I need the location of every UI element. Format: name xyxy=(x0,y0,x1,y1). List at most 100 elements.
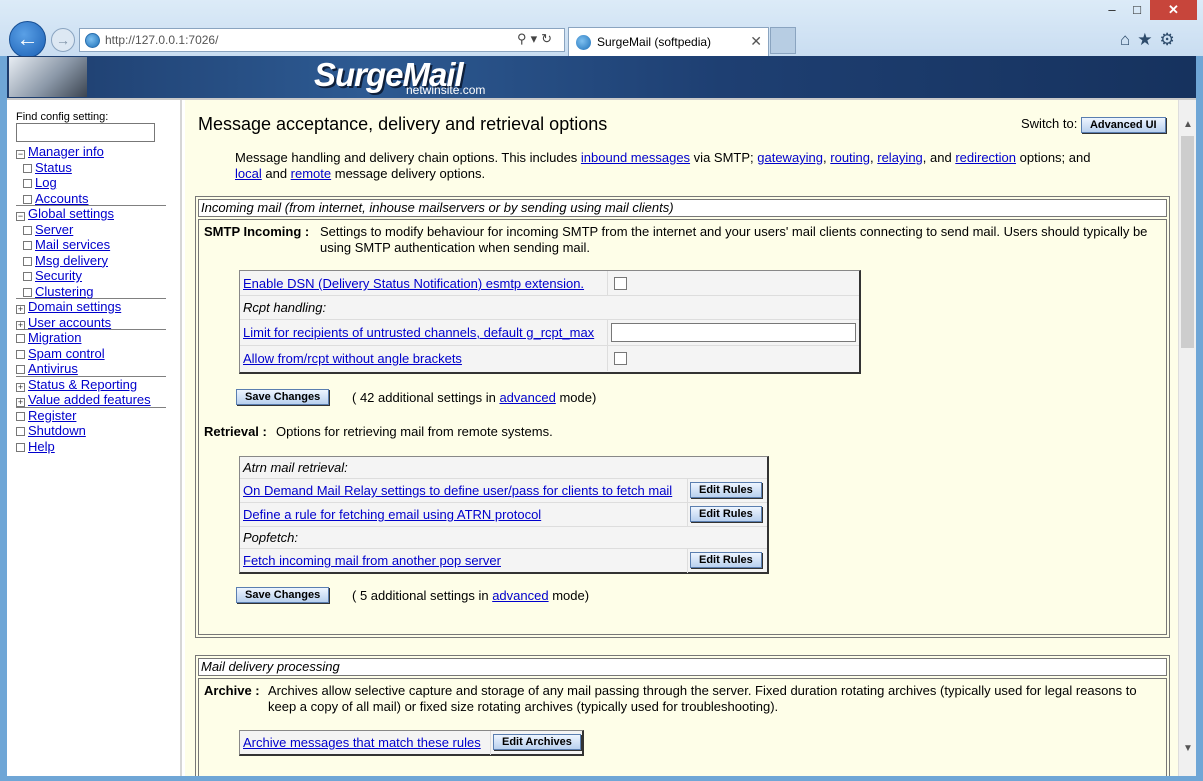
maximize-button[interactable]: □ xyxy=(1124,0,1150,20)
advanced-mode-link[interactable]: advanced xyxy=(492,588,548,603)
sidebar-item[interactable]: Clustering xyxy=(16,284,166,299)
sidebar-item-label[interactable]: Migration xyxy=(28,330,81,345)
sidebar-item[interactable]: Shutdown xyxy=(16,423,166,439)
collapse-icon[interactable]: − xyxy=(16,212,25,221)
gatewaying-link[interactable]: gatewaying xyxy=(757,150,823,165)
angle-brackets-checkbox[interactable] xyxy=(614,352,627,365)
local-link[interactable]: local xyxy=(235,166,262,181)
sidebar-item-label[interactable]: Value added features xyxy=(28,392,151,407)
back-arrow-icon[interactable]: ← xyxy=(9,21,46,58)
advanced-ui-button[interactable]: Advanced UI xyxy=(1080,116,1166,133)
edit-rules-button[interactable]: Edit Rules xyxy=(690,506,762,522)
scroll-thumb[interactable] xyxy=(1181,136,1194,348)
sidebar-item-label[interactable]: Shutdown xyxy=(28,423,86,438)
sidebar-item[interactable]: Server xyxy=(16,222,166,238)
enable-dsn-checkbox[interactable] xyxy=(614,277,627,290)
address-bar[interactable]: http://127.0.0.1:7026/ ⚲▾↻ xyxy=(79,28,565,52)
scroll-down-icon[interactable]: ▼ xyxy=(1179,740,1196,758)
sidebar-item[interactable]: Mail services xyxy=(16,237,166,253)
ie-globe-icon xyxy=(85,33,100,48)
pop-fetch-link[interactable]: Fetch incoming mail from another pop ser… xyxy=(243,553,501,568)
sidebar-item-label[interactable]: Spam control xyxy=(28,346,105,361)
sidebar-item[interactable]: Status xyxy=(16,160,166,176)
url-text[interactable]: http://127.0.0.1:7026/ xyxy=(105,33,218,47)
sidebar-item[interactable]: Security xyxy=(16,268,166,284)
gear-icon[interactable]: ⚙ xyxy=(1160,30,1182,49)
sidebar-item-label[interactable]: Register xyxy=(28,408,76,423)
sidebar-item[interactable]: Accounts xyxy=(16,191,166,206)
ie-globe-icon xyxy=(576,35,591,50)
save-changes-button[interactable]: Save Changes xyxy=(236,389,330,405)
intro-text: Message handling and delivery chain opti… xyxy=(235,150,1135,181)
expand-icon[interactable]: + xyxy=(16,305,25,314)
home-icon[interactable]: ⌂ xyxy=(1120,30,1137,49)
routing-link[interactable]: routing xyxy=(830,150,870,165)
archive-rules-link[interactable]: Archive messages that match these rules xyxy=(243,735,481,750)
sidebar-item-label[interactable]: Global settings xyxy=(28,206,114,221)
close-tab-icon[interactable]: ✕ xyxy=(750,33,762,50)
minimize-button[interactable]: – xyxy=(1100,0,1124,20)
recipient-limit-input[interactable] xyxy=(611,323,856,342)
option-value-cell xyxy=(607,320,860,345)
collapse-icon[interactable]: − xyxy=(16,150,25,159)
sidebar-item[interactable]: Spam control xyxy=(16,346,166,362)
sidebar-item-label[interactable]: Status xyxy=(35,160,72,175)
sidebar-item-label[interactable]: Server xyxy=(35,222,73,237)
search-icon[interactable]: ⚲▾↻ xyxy=(517,31,556,47)
favorites-star-icon[interactable]: ★ xyxy=(1137,30,1159,49)
checkbox-icon xyxy=(23,241,32,250)
sidebar-item[interactable]: Antivirus xyxy=(16,361,166,377)
relaying-link[interactable]: relaying xyxy=(877,150,923,165)
remote-link[interactable]: remote xyxy=(291,166,331,181)
expand-icon[interactable]: + xyxy=(16,382,25,392)
sidebar-item-label[interactable]: Domain settings xyxy=(28,299,121,314)
tab-surgemail[interactable]: SurgeMail (softpedia) ✕ xyxy=(568,27,769,56)
sidebar-item-label[interactable]: Status & Reporting xyxy=(28,377,137,392)
sidebar-item[interactable]: + Domain settings xyxy=(16,299,166,315)
redirection-link[interactable]: redirection xyxy=(955,150,1016,165)
sidebar-item-label[interactable]: User accounts xyxy=(28,315,111,330)
option-value-cell: Edit Rules xyxy=(687,479,768,502)
angle-brackets-link[interactable]: Allow from/rcpt without angle brackets xyxy=(243,351,462,366)
expand-icon[interactable]: + xyxy=(16,398,25,407)
sidebar-item[interactable]: Log xyxy=(16,175,166,191)
option-row: On Demand Mail Relay settings to define … xyxy=(240,479,767,503)
sidebar-item[interactable]: Help xyxy=(16,439,166,455)
sidebar-item-label[interactable]: Clustering xyxy=(35,284,94,299)
edit-rules-button[interactable]: Edit Rules xyxy=(690,552,762,568)
sidebar-item[interactable]: Register xyxy=(16,408,166,424)
sidebar-item-label[interactable]: Security xyxy=(35,268,82,283)
sidebar-item[interactable]: − Global settings xyxy=(16,206,166,222)
sidebar-item-label[interactable]: Manager info xyxy=(28,144,104,159)
vertical-scrollbar[interactable]: ▲ ▼ xyxy=(1178,100,1196,776)
sidebar-item-label[interactable]: Antivirus xyxy=(28,361,78,376)
save-changes-button[interactable]: Save Changes xyxy=(236,587,330,603)
sidebar-item-label[interactable]: Msg delivery xyxy=(35,253,108,268)
odmr-settings-link[interactable]: On Demand Mail Relay settings to define … xyxy=(243,483,672,498)
sidebar-item[interactable]: Migration xyxy=(16,330,166,346)
advanced-mode-link[interactable]: advanced xyxy=(499,390,555,405)
close-window-button[interactable]: ✕ xyxy=(1150,0,1197,20)
inbound-messages-link[interactable]: inbound messages xyxy=(581,150,690,165)
find-config-input[interactable] xyxy=(16,123,155,142)
incoming-mail-body: SMTP Incoming : Settings to modify behav… xyxy=(198,219,1167,635)
sidebar-item[interactable]: Msg delivery xyxy=(16,253,166,269)
sidebar-item[interactable]: − Manager info xyxy=(16,144,166,160)
forward-arrow-icon[interactable]: → xyxy=(51,28,75,52)
expand-icon[interactable]: + xyxy=(16,320,25,330)
sidebar-item-label[interactable]: Log xyxy=(35,175,57,190)
enable-dsn-link[interactable]: Enable DSN (Delivery Status Notification… xyxy=(243,276,584,291)
recipient-limit-link[interactable]: Limit for recipients of untrusted channe… xyxy=(243,325,594,340)
sidebar-item-label[interactable]: Accounts xyxy=(35,191,88,206)
sidebar-item[interactable]: + Value added features xyxy=(16,392,166,408)
intro-text-5: , and xyxy=(922,150,956,165)
sidebar-item-label[interactable]: Help xyxy=(28,439,55,454)
new-tab-button[interactable] xyxy=(770,27,796,54)
sidebar-item[interactable]: + User accounts xyxy=(16,315,166,330)
sidebar-item-label[interactable]: Mail services xyxy=(35,237,110,252)
sidebar-item[interactable]: + Status & Reporting xyxy=(16,377,166,393)
scroll-up-icon[interactable]: ▲ xyxy=(1179,116,1196,134)
atrn-rule-link[interactable]: Define a rule for fetching email using A… xyxy=(243,507,541,522)
edit-rules-button[interactable]: Edit Rules xyxy=(690,482,762,498)
edit-archives-button[interactable]: Edit Archives xyxy=(493,734,581,750)
